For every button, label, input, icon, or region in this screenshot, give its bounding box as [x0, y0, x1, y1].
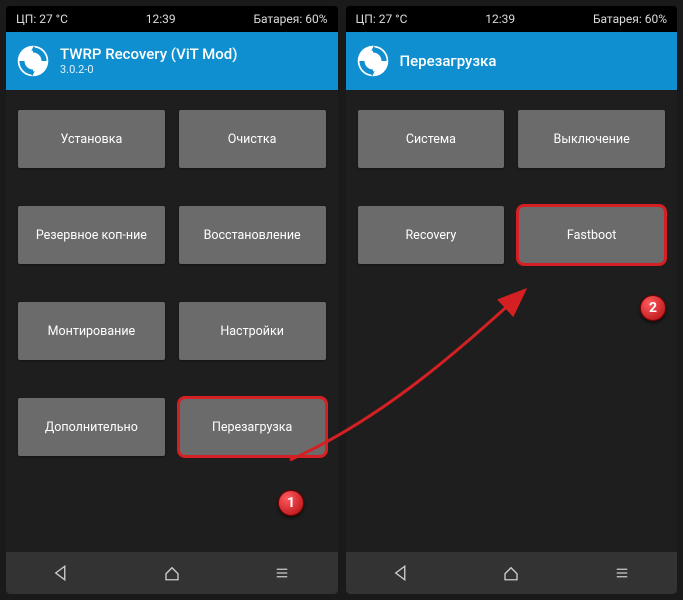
- annotation-badge-1: 1: [278, 490, 304, 516]
- android-navbar: [346, 552, 678, 594]
- statusbar: ЦП: 27 °C 12:39 Батарея: 60%: [6, 6, 338, 32]
- status-temp: ЦП: 27 °C: [356, 12, 408, 26]
- reboot-fastboot-button[interactable]: Fastboot: [518, 206, 665, 264]
- header-title: Перезагрузка: [400, 52, 497, 70]
- poweroff-button[interactable]: Выключение: [518, 110, 665, 168]
- advanced-button[interactable]: Дополнительно: [18, 398, 165, 456]
- reboot-button[interactable]: Перезагрузка: [179, 398, 326, 456]
- header-version: 3.0.2-0: [60, 63, 238, 76]
- reboot-menu-grid: Система Выключение Recovery Fastboot: [346, 90, 678, 552]
- annotation-badge-2: 2: [640, 295, 666, 321]
- recents-icon[interactable]: [613, 564, 631, 582]
- header-title: TWRP Recovery (ViT Mod): [60, 45, 238, 63]
- twrp-logo-icon: [16, 44, 50, 78]
- twrp-logo-icon: [356, 44, 390, 78]
- wipe-button[interactable]: Очистка: [179, 110, 326, 168]
- reboot-recovery-button[interactable]: Recovery: [358, 206, 505, 264]
- back-icon[interactable]: [392, 564, 410, 582]
- main-menu-grid: Установка Очистка Резервное коп-ние Восс…: [6, 90, 338, 552]
- mount-button[interactable]: Монтирование: [18, 302, 165, 360]
- reboot-system-button[interactable]: Система: [358, 110, 505, 168]
- status-time: 12:39: [485, 12, 515, 26]
- status-temp: ЦП: 27 °C: [16, 12, 68, 26]
- backup-button[interactable]: Резервное коп-ние: [18, 206, 165, 264]
- status-time: 12:39: [146, 12, 176, 26]
- back-icon[interactable]: [52, 564, 70, 582]
- status-battery: Батарея: 60%: [253, 12, 327, 26]
- install-button[interactable]: Установка: [18, 110, 165, 168]
- home-icon[interactable]: [502, 564, 520, 582]
- statusbar: ЦП: 27 °C 12:39 Батарея: 60%: [346, 6, 678, 32]
- home-icon[interactable]: [163, 564, 181, 582]
- app-header: Перезагрузка: [346, 32, 678, 90]
- android-navbar: [6, 552, 338, 594]
- recents-icon[interactable]: [273, 564, 291, 582]
- screen-right: ЦП: 27 °C 12:39 Батарея: 60% Перезагрузк…: [346, 6, 678, 594]
- status-battery: Батарея: 60%: [593, 12, 667, 26]
- app-header: TWRP Recovery (ViT Mod) 3.0.2-0: [6, 32, 338, 90]
- restore-button[interactable]: Восстановление: [179, 206, 326, 264]
- settings-button[interactable]: Настройки: [179, 302, 326, 360]
